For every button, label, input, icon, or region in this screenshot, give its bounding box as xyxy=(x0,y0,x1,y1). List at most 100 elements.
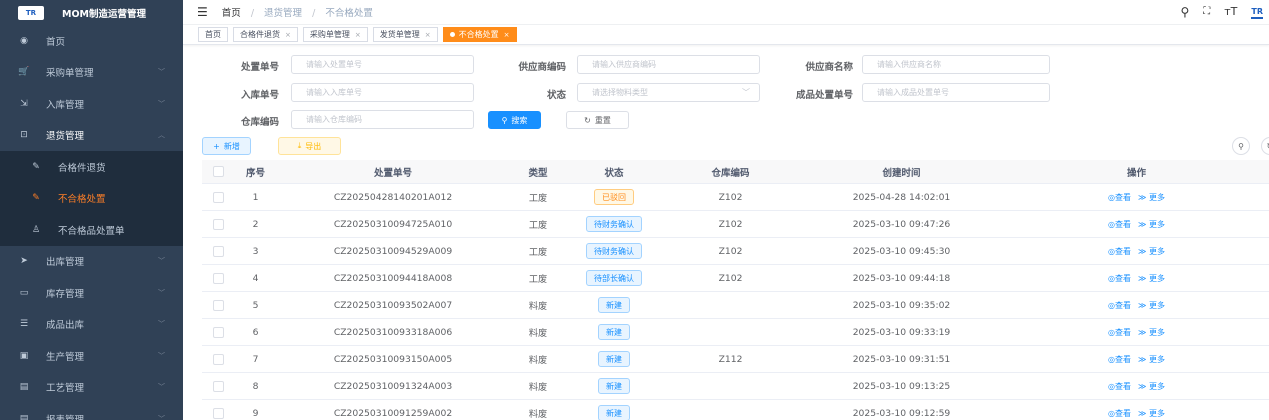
more-link[interactable]: ≫ 更多 xyxy=(1138,246,1165,257)
add-button-label: 新增 xyxy=(223,141,240,151)
tag-item[interactable]: 首页 xyxy=(198,27,228,42)
tag-item[interactable]: 不合格处置 × xyxy=(442,27,517,42)
dispose-table: 序号 处置单号 类型 状态 仓库编码 创建时间 操作 1 CZ2025042814… xyxy=(202,160,1269,420)
cell-warehouse: Z102 xyxy=(718,191,743,203)
row-checkbox[interactable] xyxy=(213,245,224,257)
search-icon[interactable]: ⚲ xyxy=(1180,5,1189,19)
cell-type: 料废 xyxy=(528,301,548,312)
status-badge: 待部长确认 xyxy=(586,270,642,286)
row-checkbox[interactable] xyxy=(213,191,224,203)
more-link[interactable]: ≫ 更多 xyxy=(1138,327,1165,338)
view-link[interactable]: ◎查看 xyxy=(1108,219,1131,230)
row-checkbox[interactable] xyxy=(213,272,224,284)
view-link[interactable]: ◎查看 xyxy=(1108,381,1131,392)
view-link[interactable]: ◎查看 xyxy=(1108,246,1131,257)
cell-actions: ◎查看 ≫ 更多 xyxy=(1004,211,1269,237)
cell-no: 6 xyxy=(252,326,259,338)
search-button[interactable]: ⚲ 搜索 xyxy=(488,111,541,129)
status-select[interactable]: 请选择物料类型 ﹀ xyxy=(577,83,760,102)
tag-item[interactable]: 采购单管理 × xyxy=(302,27,368,42)
more-link[interactable]: ≫ 更多 xyxy=(1138,381,1165,392)
inbound-no-input[interactable]: 请输入入库单号 xyxy=(291,83,474,102)
view-link[interactable]: ◎查看 xyxy=(1108,354,1131,365)
sidebar-item[interactable]: ☰ 成品出库 ﹀ xyxy=(0,309,183,341)
row-checkbox[interactable] xyxy=(213,380,224,392)
sidebar-item[interactable]: ⇲ 入库管理 ﹀ xyxy=(0,88,183,120)
refresh-table-button[interactable]: ↻ xyxy=(1261,137,1269,155)
sidebar-item[interactable]: ⊡ 退货管理 ︿ xyxy=(0,120,183,152)
tag-item[interactable]: 合格件退货 × xyxy=(233,27,298,42)
add-button[interactable]: + 新增 xyxy=(202,137,251,155)
sidebar-item[interactable]: ▭ 库存管理 ﹀ xyxy=(0,277,183,309)
chevron-down-icon: ﹀ xyxy=(158,99,165,108)
more-link[interactable]: ≫ 更多 xyxy=(1138,354,1165,365)
table-row[interactable]: 3 CZ20250310094529A009 工废 待财务确认 Z102 2025-03-… xyxy=(202,238,1269,265)
sidebar-item[interactable]: 🛒 采购单管理 ﹀ xyxy=(0,57,183,89)
view-label: 查看 xyxy=(1115,192,1132,202)
supplier-name-input[interactable]: 请输入供应商名称 xyxy=(862,55,1050,74)
view-link[interactable]: ◎查看 xyxy=(1108,300,1131,311)
view-label: 查看 xyxy=(1115,300,1132,310)
close-icon[interactable]: × xyxy=(285,31,291,39)
toggle-search-button[interactable]: ⚲ xyxy=(1232,137,1250,155)
breadcrumb-item-home[interactable]: 首页 xyxy=(222,8,241,19)
close-icon[interactable]: × xyxy=(425,31,431,39)
col-header-code: 处置单号 xyxy=(373,167,412,179)
table-row[interactable]: 2 CZ20250310094725A010 工废 待财务确认 Z102 2025-03-… xyxy=(202,211,1269,238)
production-icon: ▣ xyxy=(19,350,29,361)
submenu-item[interactable]: ✎ 合格件退货 xyxy=(0,151,183,183)
view-link[interactable]: ◎查看 xyxy=(1108,273,1131,284)
more-link[interactable]: ≫ 更多 xyxy=(1138,273,1165,284)
more-link[interactable]: ≫ 更多 xyxy=(1138,219,1165,230)
row-checkbox[interactable] xyxy=(213,299,224,311)
list-icon: ☰ xyxy=(19,319,29,330)
view-link[interactable]: ◎查看 xyxy=(1108,327,1131,338)
more-link[interactable]: ≫ 更多 xyxy=(1138,300,1165,311)
supplier-name-label: 供应商名称 xyxy=(805,62,853,73)
table-row[interactable]: 5 CZ20250310093502A007 料废 新建 2025-03-10 09:3… xyxy=(202,292,1269,319)
dispose-no-label: 处置单号 xyxy=(240,62,279,73)
table-row[interactable]: 8 CZ20250310091324A003 料废 新建 2025-03-10 09:1… xyxy=(202,373,1269,400)
row-checkbox[interactable] xyxy=(213,353,224,365)
row-checkbox[interactable] xyxy=(213,218,224,230)
dispose-no-input[interactable]: 请输入处置单号 xyxy=(291,55,474,74)
search-button-label: 搜索 xyxy=(511,115,528,125)
tag-item[interactable]: 发货单管理 × xyxy=(372,27,438,42)
close-icon[interactable]: × xyxy=(504,31,510,39)
hamburger-icon[interactable]: ☰ xyxy=(197,5,208,19)
submenu-return: ✎ 合格件退货 ✎ 不合格处置 ♙ 不合格品处置单 xyxy=(0,151,183,246)
sidebar-item[interactable]: ▣ 生产管理 ﹀ xyxy=(0,340,183,372)
supplier-code-input[interactable]: 请输入供应商编码 xyxy=(577,55,760,74)
product-dispose-no-input[interactable]: 请输入成品处置单号 xyxy=(862,83,1050,102)
table-row[interactable]: 1 CZ20250428140201A012 工废 已驳回 Z102 2025-04-28… xyxy=(202,184,1269,211)
more-link[interactable]: ≫ 更多 xyxy=(1138,408,1165,419)
status-badge: 新建 xyxy=(598,297,630,313)
cell-code: CZ20250310093502A007 xyxy=(333,299,453,311)
table-row[interactable]: 6 CZ20250310093318A006 料废 新建 2025-03-10 09:3… xyxy=(202,319,1269,346)
fullscreen-icon[interactable]: ⛶ xyxy=(1203,5,1210,19)
submenu-item[interactable]: ✎ 不合格处置 xyxy=(0,182,183,214)
sidebar-item[interactable]: ◉ 首页 xyxy=(0,25,183,57)
view-link[interactable]: ◎查看 xyxy=(1108,408,1131,419)
more-link[interactable]: ≫ 更多 xyxy=(1138,192,1165,203)
close-icon[interactable]: × xyxy=(355,31,361,39)
eye-icon: ◎ xyxy=(1108,381,1116,391)
font-size-icon[interactable]: тT xyxy=(1224,5,1237,19)
sidebar-item[interactable]: ▤ 工艺管理 ﹀ xyxy=(0,372,183,404)
sidebar-item[interactable]: ➤ 出库管理 ﹀ xyxy=(0,246,183,278)
submenu-item[interactable]: ♙ 不合格品处置单 xyxy=(0,214,183,246)
reset-button[interactable]: ↻ 重置 xyxy=(566,111,629,129)
logo-row[interactable]: TR MOM制造运营管理 xyxy=(0,0,183,25)
sidebar: TR MOM制造运营管理 ◉ 首页 🛒 采购单管理 ﹀ ⇲ 入库管理 ﹀ ⊡ 退货管理 ︿ ✎ 合格件退… xyxy=(0,0,183,420)
cell-status: 待部长确认 xyxy=(566,265,662,291)
table-row[interactable]: 7 CZ20250310093150A005 料废 新建 Z112 2025-03-10 … xyxy=(202,346,1269,373)
warehouse-code-input[interactable]: 请输入仓库编码 xyxy=(291,110,474,129)
row-checkbox[interactable] xyxy=(213,407,224,419)
select-all-checkbox[interactable] xyxy=(213,166,224,177)
table-row[interactable]: 4 CZ20250310094418A008 工废 待部长确认 Z102 2025-03-… xyxy=(202,265,1269,292)
row-checkbox[interactable] xyxy=(213,326,224,338)
sidebar-item[interactable]: ▤ 报表管理 ﹀ xyxy=(0,403,183,420)
table-row[interactable]: 9 CZ20250310091259A002 料废 新建 2025-03-10 09:1… xyxy=(202,400,1269,420)
export-button[interactable]: ⤓ 导出 xyxy=(278,137,341,155)
view-link[interactable]: ◎查看 xyxy=(1108,192,1131,203)
